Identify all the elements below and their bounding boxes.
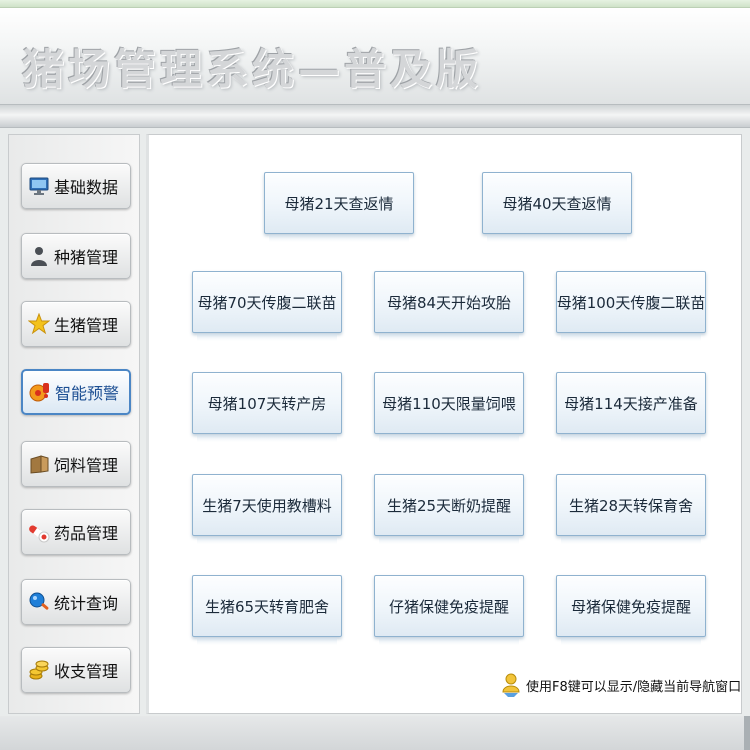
sidebar-item-medicine[interactable]: 药品管理 bbox=[21, 509, 131, 555]
sidebar-item-label: 智能预警 bbox=[55, 384, 120, 403]
sow-110-day-feeding-button[interactable]: 母猪110天限量饲喂 bbox=[374, 372, 524, 442]
pig-65-day-fattening-button[interactable]: 生猪65天转育肥舍 bbox=[192, 575, 342, 645]
sow-40-day-return-check-button[interactable]: 母猪40天查返情 bbox=[482, 172, 632, 242]
sow-84-day-fetus-button[interactable]: 母猪84天开始攻胎 bbox=[374, 271, 524, 341]
sidebar-item-income-expense[interactable]: 收支管理 bbox=[21, 647, 131, 693]
sidebar-item-smart-warning[interactable]: 智能预警 bbox=[21, 369, 131, 415]
user-hint-icon bbox=[500, 672, 522, 698]
monitor-icon bbox=[28, 175, 50, 197]
sow-107-day-farrowing-button[interactable]: 母猪107天转产房 bbox=[192, 372, 342, 442]
piglet-immunization-button[interactable]: 仔猪保健免疫提醒 bbox=[374, 575, 524, 645]
pig-28-day-nursery-button[interactable]: 生猪28天转保育舍 bbox=[556, 474, 706, 544]
sidebar-item-label: 收支管理 bbox=[54, 662, 119, 681]
sow-70-day-vaccine-button[interactable]: 母猪70天传腹二联苗 bbox=[192, 271, 342, 341]
star-icon bbox=[28, 313, 50, 335]
sidebar-item-feed[interactable]: 饲料管理 bbox=[21, 441, 131, 487]
sidebar-item-basic-data[interactable]: 基础数据 bbox=[21, 163, 131, 209]
sidebar-item-statistics[interactable]: 统计查询 bbox=[21, 579, 131, 625]
sidebar-item-label: 统计查询 bbox=[54, 594, 119, 613]
main-panel: 母猪21天查返情 母猪40天查返情 母猪70天传腹二联苗 母猪84天开始攻胎 母… bbox=[146, 134, 742, 714]
sidebar-item-live-pig[interactable]: 生猪管理 bbox=[21, 301, 131, 347]
window-top-strip bbox=[0, 0, 750, 8]
window-edge bbox=[744, 716, 750, 750]
sidebar-item-label: 基础数据 bbox=[54, 178, 119, 197]
sidebar-item-label: 生猪管理 bbox=[54, 316, 119, 335]
sow-114-day-delivery-button[interactable]: 母猪114天接产准备 bbox=[556, 372, 706, 442]
sidebar-item-label: 种猪管理 bbox=[54, 248, 119, 267]
hint-text: 使用F8键可以显示/隐藏当前导航窗口 bbox=[526, 679, 742, 695]
sow-21-day-return-check-button[interactable]: 母猪21天查返情 bbox=[264, 172, 414, 242]
person-icon bbox=[28, 245, 50, 267]
title-bar: 猪场管理系统—普及版 bbox=[0, 8, 750, 104]
feed-box-icon bbox=[28, 453, 50, 475]
sidebar: 基础数据 种猪管理 生猪管理 智能预警 饲料管理 药品管理 统计查询 收支管理 bbox=[8, 134, 140, 714]
sow-immunization-button[interactable]: 母猪保健免疫提醒 bbox=[556, 575, 706, 645]
coins-icon bbox=[28, 659, 50, 681]
sow-100-day-vaccine-button[interactable]: 母猪100天传腹二联苗 bbox=[556, 271, 706, 341]
title-divider bbox=[0, 104, 750, 128]
pig-7-day-creep-feed-button[interactable]: 生猪7天使用教槽料 bbox=[192, 474, 342, 544]
sidebar-item-label: 饲料管理 bbox=[54, 456, 119, 475]
warning-icon bbox=[29, 381, 51, 403]
pig-25-day-weaning-button[interactable]: 生猪25天断奶提醒 bbox=[374, 474, 524, 544]
bottom-strip bbox=[0, 716, 750, 750]
sidebar-item-label: 药品管理 bbox=[54, 524, 119, 543]
pills-icon bbox=[28, 521, 50, 543]
query-icon bbox=[28, 591, 50, 613]
sidebar-item-breeding-pig[interactable]: 种猪管理 bbox=[21, 233, 131, 279]
app-title: 猪场管理系统—普及版 bbox=[22, 45, 483, 94]
navigation-hint: 使用F8键可以显示/隐藏当前导航窗口 bbox=[500, 672, 741, 698]
